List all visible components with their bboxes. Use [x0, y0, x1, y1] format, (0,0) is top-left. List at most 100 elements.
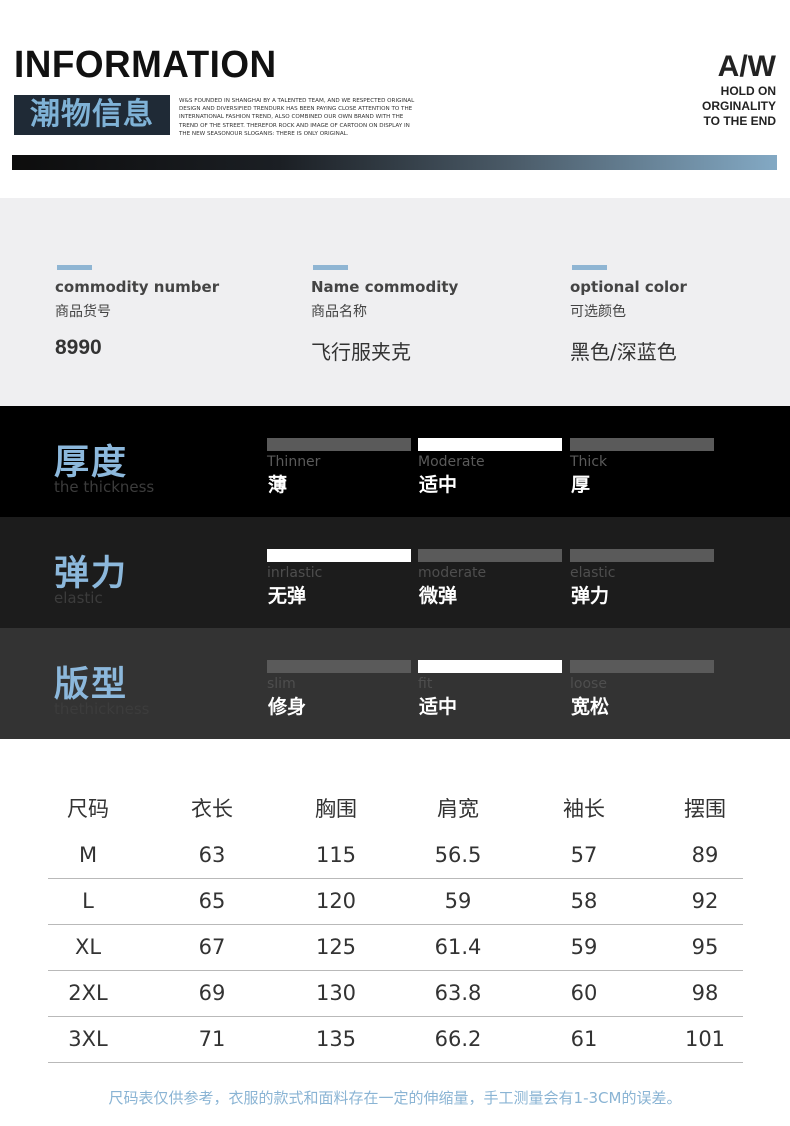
table-cell: 56.5: [434, 843, 482, 867]
option-bar-selected: [418, 438, 562, 451]
option-label-cn: 适中: [419, 474, 458, 496]
option-bar: [570, 438, 714, 451]
table-cell: 3XL: [68, 1027, 108, 1051]
option-label-en: fit: [418, 676, 433, 692]
table-header-cell: 袖长: [563, 797, 605, 821]
attribute-band: 厚度 the thickness Thinner 薄 Moderate 适中 Thick 厚: [0, 406, 790, 517]
attribute-band: 弹力 elastic inrlastic 无弹 moderate 微弹 elastic 弹力: [0, 517, 790, 628]
table-cell: 135: [315, 1027, 357, 1051]
option-bar: [267, 660, 411, 673]
table-cell: XL: [74, 935, 102, 959]
tagline-line: ORGINALITY: [702, 99, 776, 113]
table-cell: 65: [198, 889, 226, 913]
attribute-option: Thick 厚: [570, 406, 714, 517]
table-cell: 57: [570, 843, 598, 867]
table-cell: 125: [315, 935, 357, 959]
table-cell: 61: [570, 1027, 598, 1051]
accent-mark: [313, 265, 348, 270]
option-bar: [267, 438, 411, 451]
table-cell: 130: [315, 981, 357, 1005]
size-note: 尺码表仅供参考，衣服的款式和面料存在一定的伸缩量，手工测量会有1-3CM的误差。: [108, 1089, 682, 1107]
table-divider: [48, 970, 743, 971]
table-cell: 115: [315, 843, 357, 867]
attribute-option: elastic 弹力: [570, 517, 714, 628]
info-value: 8990: [55, 336, 102, 359]
option-label-cn: 厚: [571, 474, 591, 496]
option-label-cn: 弹力: [571, 585, 610, 607]
option-bar-selected: [418, 660, 562, 673]
tagline: HOLD ON ORGINALITY TO THE END: [656, 84, 776, 129]
option-bar: [418, 549, 562, 562]
table-cell: 63: [198, 843, 226, 867]
option-label-cn: 适中: [419, 696, 458, 718]
tagline-line: HOLD ON: [720, 84, 776, 98]
table-header-cell: 尺码: [67, 797, 109, 821]
gradient-divider: [12, 155, 777, 170]
info-value: 黑色/深蓝色: [570, 340, 677, 364]
attribute-option: inrlastic 无弹: [267, 517, 411, 628]
option-label-en: slim: [267, 676, 296, 692]
section-badge: 潮物信息: [14, 95, 170, 135]
option-bar: [570, 549, 714, 562]
table-cell: 92: [691, 889, 719, 913]
page-title: INFORMATION: [14, 44, 277, 86]
attribute-option: Thinner 薄: [267, 406, 411, 517]
table-divider: [48, 1016, 743, 1017]
table-cell: M: [78, 843, 98, 867]
table-cell: 2XL: [68, 981, 108, 1005]
table-cell: 71: [198, 1027, 226, 1051]
accent-mark: [57, 265, 92, 270]
info-label-en: Name commodity: [311, 278, 459, 296]
table-divider: [48, 924, 743, 925]
table-cell: 59: [570, 935, 598, 959]
info-label-en: commodity number: [55, 278, 220, 296]
table-divider: [48, 1062, 743, 1063]
table-header-row: 尺码 衣长 胸围 肩宽 袖长 摆围: [48, 786, 743, 832]
table-cell: 98: [691, 981, 719, 1005]
table-cell: 66.2: [434, 1027, 482, 1051]
table-row: 3XL 71 135 66.2 61 101: [48, 1016, 743, 1062]
table-cell: 69: [198, 981, 226, 1005]
info-label-cn: 商品名称: [311, 304, 367, 320]
table-row: 2XL 69 130 63.8 60 98: [48, 970, 743, 1016]
season-label: A/W: [717, 50, 776, 83]
tagline-line: TO THE END: [703, 114, 776, 128]
option-label-cn: 无弹: [268, 585, 307, 607]
attribute-option: slim 修身: [267, 628, 411, 739]
table-header-cell: 衣长: [191, 797, 233, 821]
accent-mark: [572, 265, 607, 270]
option-bar: [570, 660, 714, 673]
table-cell: L: [82, 889, 94, 913]
table-cell: 58: [570, 889, 598, 913]
product-info: commodity number 商品货号 8990 Name commodit…: [0, 198, 790, 406]
table-divider: [48, 878, 743, 879]
header: INFORMATION 潮物信息 W&S FOUNDED IN SHANGHAI…: [0, 0, 790, 198]
option-label-en: Thinner: [267, 454, 321, 470]
attribute-band: 版型 thethickness slim 修身 fit 适中 loose 宽松: [0, 628, 790, 739]
attribute-option: fit 适中: [418, 628, 562, 739]
table-cell: 59: [444, 889, 472, 913]
option-label-en: Thick: [570, 454, 608, 470]
option-label-en: Moderate: [418, 454, 485, 470]
option-bar-selected: [267, 549, 411, 562]
table-cell: 67: [198, 935, 226, 959]
table-cell: 101: [684, 1027, 726, 1051]
info-value: 飞行服夹克: [311, 340, 411, 364]
option-label-en: elastic: [570, 565, 616, 581]
attribute-subtitle: the thickness: [54, 478, 155, 496]
table-cell: 120: [315, 889, 357, 913]
table-header-cell: 肩宽: [437, 797, 479, 821]
table-header-cell: 摆围: [684, 797, 726, 821]
info-label-en: optional color: [570, 278, 687, 296]
table-header-cell: 胸围: [315, 797, 357, 821]
attribute-subtitle: elastic: [54, 589, 103, 607]
option-label-en: moderate: [418, 565, 487, 581]
table-cell: 89: [691, 843, 719, 867]
option-label-cn: 修身: [268, 696, 307, 718]
table-cell: 61.4: [434, 935, 482, 959]
attribute-subtitle: thethickness: [54, 700, 150, 718]
table-row: M 63 115 56.5 57 89: [48, 832, 743, 878]
option-label-cn: 宽松: [571, 696, 610, 718]
table-row: XL 67 125 61.4 59 95: [48, 924, 743, 970]
info-label-cn: 商品货号: [55, 304, 111, 320]
